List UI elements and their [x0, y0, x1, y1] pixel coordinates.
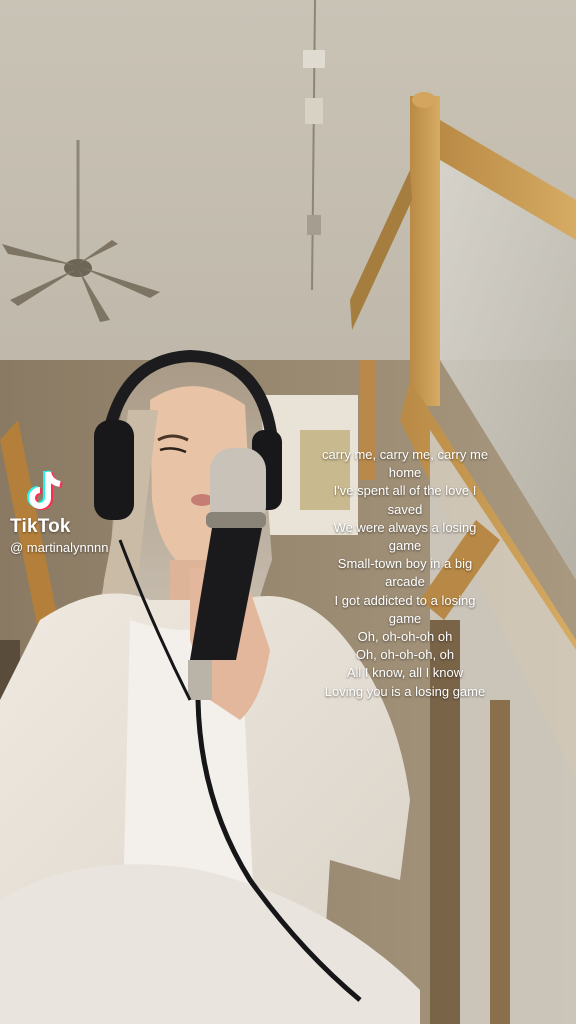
creator-username[interactable]: @ martinalynnnn — [10, 540, 108, 555]
lyric-line: I got addicted to a losing game — [334, 592, 476, 626]
lyric-line: I've spent all of the love I saved — [333, 483, 477, 517]
tiktok-wordmark: TikTok — [10, 516, 71, 537]
lyric-line: Oh, oh-oh-oh oh — [357, 629, 453, 645]
tiktok-note-icon — [27, 470, 63, 510]
video-frame[interactable]: TikTok @ martinalynnnn carry me, carry m… — [0, 0, 576, 1024]
lyric-line: carry me, carry me, carry me home — [321, 447, 489, 481]
lyric-line: All I know, all I know — [346, 665, 464, 681]
lyric-line: Loving you is a losing game — [324, 683, 486, 699]
lyric-line: We were always a losing game — [333, 519, 477, 554]
lyric-line: Oh, oh-oh-oh, oh — [355, 647, 455, 663]
lyrics-overlay: carry me, carry me, carry me home I've s… — [318, 446, 492, 701]
lyric-line: Small-town boy in a big arcade — [337, 556, 473, 590]
